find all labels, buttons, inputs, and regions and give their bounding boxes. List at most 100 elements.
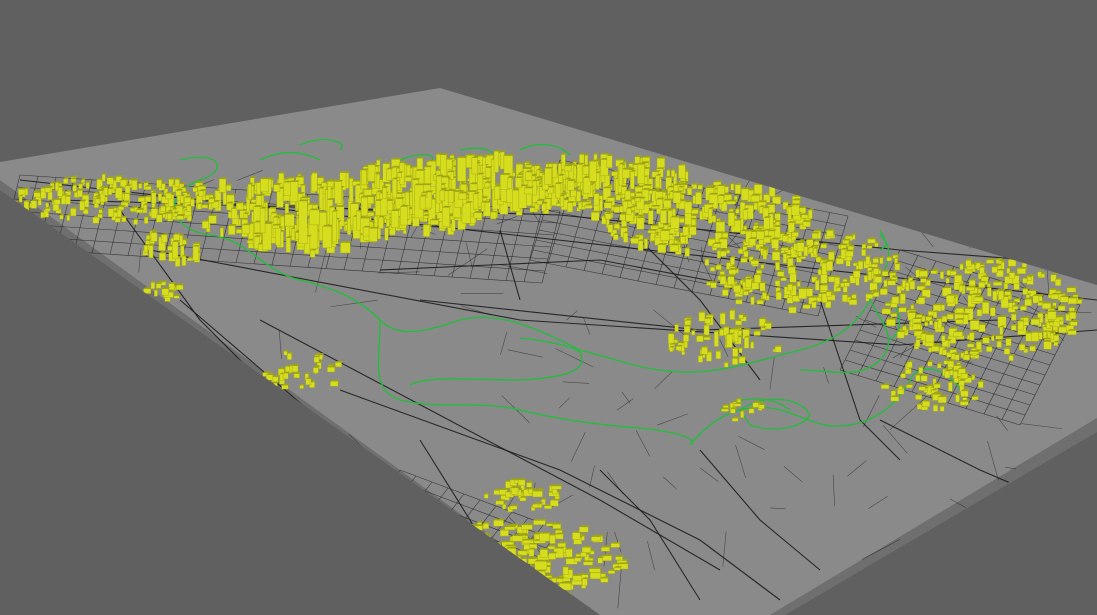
building-face (367, 164, 376, 182)
building-face (471, 157, 478, 175)
building-face (756, 299, 764, 305)
building-face (740, 258, 748, 263)
building-face (820, 284, 828, 291)
building-face (399, 206, 408, 226)
building-face (1025, 332, 1033, 342)
building-roof (769, 184, 778, 187)
building-face (1017, 320, 1024, 331)
building-face (774, 226, 781, 239)
building-face (946, 270, 951, 276)
building-face (590, 212, 600, 221)
building-face (925, 334, 935, 343)
building-face (651, 206, 660, 209)
building-face (735, 208, 740, 214)
building-face (225, 184, 232, 191)
building-face (79, 200, 85, 211)
building-face (946, 314, 954, 320)
building-face (798, 288, 807, 299)
building-face (186, 205, 192, 212)
building-face (493, 151, 499, 173)
building-face (1069, 312, 1076, 320)
building-face (1011, 325, 1017, 331)
building-face (826, 291, 832, 297)
building-face (386, 200, 393, 211)
building-face (728, 269, 737, 275)
building-face (397, 172, 402, 178)
building-face (879, 257, 884, 264)
building-face (603, 202, 612, 209)
building-face (98, 190, 103, 195)
building-face (887, 280, 896, 286)
building-face (285, 237, 291, 253)
building-face (151, 192, 157, 204)
building-face (680, 236, 686, 244)
building-face (107, 188, 113, 195)
building-face (867, 238, 876, 244)
building-face (536, 200, 543, 205)
building-face (260, 178, 269, 193)
building-face (557, 163, 562, 175)
building-face (484, 182, 491, 188)
building-face (840, 249, 847, 259)
building-face (719, 276, 727, 285)
building-face (955, 319, 964, 324)
building-face (1005, 338, 1012, 346)
building-face (796, 242, 805, 252)
building-face (826, 230, 834, 237)
building-face (866, 245, 873, 249)
building-face (647, 230, 657, 234)
building-face (552, 163, 558, 178)
building-face (490, 211, 497, 220)
building-face (1058, 326, 1068, 334)
building-face (114, 217, 121, 223)
building-face (818, 293, 822, 298)
building-face (66, 215, 70, 221)
building-face (991, 266, 998, 273)
building-face (582, 165, 589, 175)
building-face (853, 270, 861, 278)
building-face (759, 282, 766, 292)
building-face (787, 206, 792, 220)
building-face (507, 177, 512, 189)
building-face (570, 189, 577, 198)
building-face (909, 281, 916, 290)
3d-viewport[interactable] (0, 0, 1097, 615)
building-face (515, 177, 522, 188)
building-face (124, 185, 131, 194)
building-face (704, 259, 710, 266)
building-face (697, 185, 703, 190)
building-face (1017, 268, 1026, 274)
building-face (978, 324, 986, 332)
building-face (917, 297, 926, 305)
building-face (85, 182, 90, 189)
minor-road (329, 496, 379, 505)
building-face (228, 225, 236, 235)
building-face (808, 247, 813, 254)
building-face (976, 309, 983, 317)
building-face (1043, 341, 1052, 350)
building-face (858, 261, 864, 270)
building-face (1022, 288, 1029, 295)
minor-road (334, 454, 371, 477)
building-face (780, 277, 787, 282)
building-face (77, 190, 83, 197)
building-face (986, 259, 994, 264)
city-model-scene[interactable] (0, 0, 1097, 615)
building-face (378, 216, 384, 229)
building-face (361, 169, 367, 186)
building-face (578, 201, 583, 210)
building-face (787, 284, 793, 292)
building-face (589, 160, 597, 182)
building-face (172, 212, 178, 217)
building-face (107, 208, 114, 218)
building-face (750, 260, 759, 265)
building-face (94, 198, 100, 204)
building-face (896, 286, 902, 294)
building-face (630, 237, 639, 244)
building-face (576, 191, 582, 202)
building-face (722, 232, 729, 239)
building-face (874, 242, 879, 247)
building-face (103, 187, 108, 196)
building-face (78, 183, 83, 190)
building-face (874, 276, 883, 283)
